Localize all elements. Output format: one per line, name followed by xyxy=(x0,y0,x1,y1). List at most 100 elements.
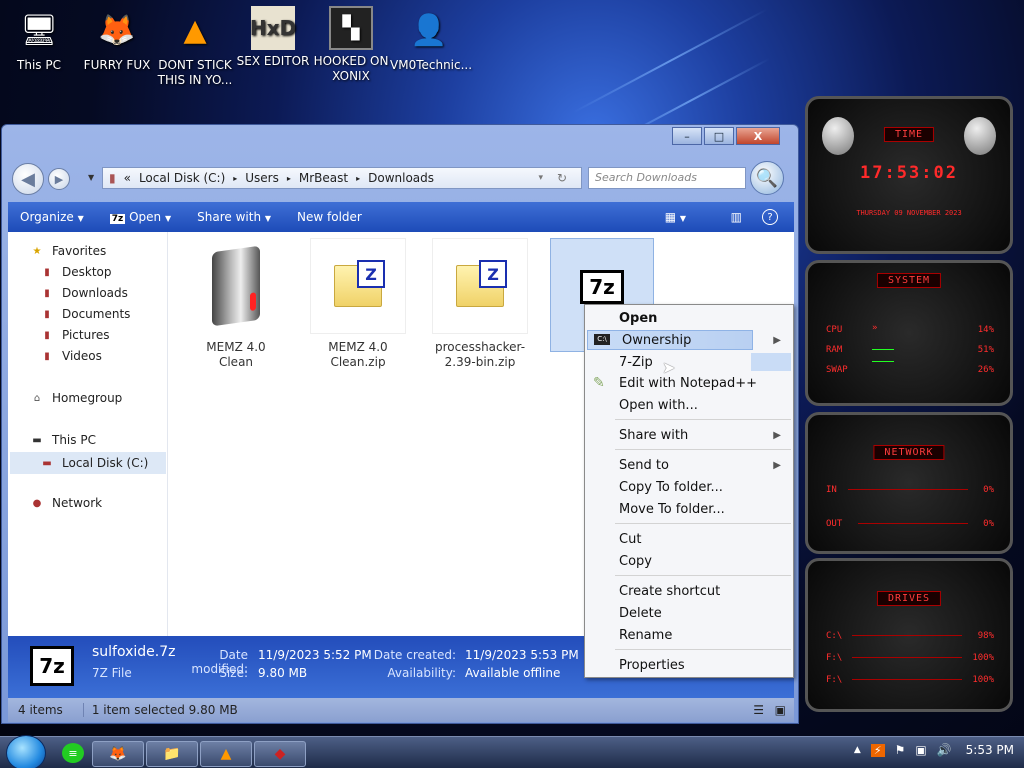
submenu-arrow-icon: ▶ xyxy=(773,459,781,471)
detail-availability: Available offline xyxy=(465,666,561,680)
file-processhacker-zip[interactable]: processhacker-2.39-bin.zip xyxy=(432,238,528,370)
breadcrumb-overflow[interactable]: « xyxy=(124,171,131,185)
menu-item-cut[interactable]: Cut xyxy=(585,529,793,549)
menu-item-copy[interactable]: Copy xyxy=(585,551,793,571)
desktop-icon-label: HOOKED ON XONIX xyxy=(313,54,389,83)
open-button[interactable]: 7z Open ▼ xyxy=(109,210,171,224)
details-view-icon[interactable]: ☰ xyxy=(753,703,764,717)
nav-documents[interactable]: ▮ Documents xyxy=(40,307,130,321)
menu-item-ownership[interactable]: C:\ Ownership xyxy=(587,330,753,350)
chevron-down-icon[interactable]: ▾ xyxy=(538,173,543,183)
file-memz-exe[interactable]: MEMZ 4.0 Clean xyxy=(188,238,284,370)
new-folder-button[interactable]: New folder xyxy=(297,210,362,224)
recent-dropdown-icon[interactable]: ▼ xyxy=(88,173,94,182)
menu-item-delete[interactable]: Delete xyxy=(585,603,793,623)
memz-icon: ◆ xyxy=(274,746,286,762)
firefox-icon: 🦊 xyxy=(98,12,136,48)
nav-label: Desktop xyxy=(62,265,112,279)
notepad-plus-plus-icon: ✎ xyxy=(593,375,605,391)
firefox-icon: 🦊 xyxy=(109,746,127,762)
breadcrumb-local-disk[interactable]: Local Disk (C:) xyxy=(139,171,225,185)
gadget-system[interactable]: SYSTEM CPU » 14% RAM 51% SWAP 26% xyxy=(805,260,1013,406)
search-input[interactable]: Search Downloads xyxy=(588,167,746,189)
nav-pictures[interactable]: ▮ Pictures xyxy=(40,328,109,342)
menu-separator xyxy=(615,575,791,576)
tray-app-icon[interactable]: ⚡ xyxy=(870,743,885,757)
close-button[interactable]: X xyxy=(736,127,780,145)
forward-button[interactable]: ▶ xyxy=(48,168,70,190)
minimize-button[interactable]: – xyxy=(672,127,702,145)
chat-icon[interactable]: ≡ xyxy=(62,743,84,763)
nav-label: Favorites xyxy=(52,244,107,258)
menu-item-rename[interactable]: Rename xyxy=(585,625,793,645)
menu-item-label: Share with xyxy=(619,427,689,443)
share-with-button[interactable]: Share with ▼ xyxy=(197,210,271,224)
taskbar-vlc[interactable]: ▲ xyxy=(200,741,252,767)
nav-desktop[interactable]: ▮ Desktop xyxy=(40,265,112,279)
nav-downloads[interactable]: ▮ Downloads xyxy=(40,286,128,300)
chevron-down-icon: ▼ xyxy=(77,214,84,223)
volume-icon[interactable]: 🔊 xyxy=(937,743,952,757)
desktop-icon-label: DONT STICK THIS IN YO... xyxy=(157,58,233,87)
swap-bar xyxy=(872,361,894,362)
address-bar[interactable]: ▮ « Local Disk (C:) ▸ Users ▸ MrBeast ▸ … xyxy=(102,167,582,189)
mouse-cursor-icon: ➤ xyxy=(662,358,676,377)
nav-favorites[interactable]: ★ Favorites xyxy=(30,244,107,258)
desktop-icon-sex-editor[interactable]: HxD SEX EDITOR xyxy=(234,6,312,69)
menu-item-open-with[interactable]: Open with... xyxy=(585,395,793,415)
network-tray-icon[interactable]: ▣ xyxy=(915,743,926,757)
show-hidden-icons-icon[interactable]: ▲ xyxy=(854,745,861,755)
xonix-icon: ▚ xyxy=(329,6,373,50)
taskbar-clock[interactable]: 5:53 PM xyxy=(966,743,1014,757)
taskbar-explorer[interactable]: 📁 xyxy=(146,741,198,767)
flag-icon[interactable]: ⚑ xyxy=(895,743,906,757)
menu-item-create-shortcut[interactable]: Create shortcut xyxy=(585,581,793,601)
nav-this-pc[interactable]: ▬ This PC xyxy=(30,433,96,447)
menu-item-share-with[interactable]: Share with ▶ xyxy=(585,425,793,445)
refresh-icon[interactable]: ↻ xyxy=(557,171,567,185)
desktop-icon-vm0technic[interactable]: 👤 VM0Technic... xyxy=(390,6,472,73)
drive-usage-bar xyxy=(852,635,962,636)
large-icons-view-icon[interactable]: ▣ xyxy=(775,703,786,717)
organize-button[interactable]: Organize ▼ xyxy=(20,210,84,224)
taskbar-memz[interactable]: ◆ xyxy=(254,741,306,767)
help-icon[interactable]: ? xyxy=(762,209,778,225)
nav-network[interactable]: ● Network xyxy=(30,496,102,510)
taskbar-firefox[interactable]: 🦊 xyxy=(92,741,144,767)
menu-item-copy-to-folder[interactable]: Copy To folder... xyxy=(585,477,793,497)
nav-local-disk[interactable]: ▬ Local Disk (C:) xyxy=(10,452,166,474)
nav-homegroup[interactable]: ⌂ Homegroup xyxy=(30,391,122,405)
back-button[interactable]: ◀ xyxy=(12,163,44,195)
gadget-value: 100% xyxy=(972,675,994,685)
menu-item-edit-notepad[interactable]: ✎ Edit with Notepad++ xyxy=(585,373,793,393)
start-button[interactable] xyxy=(6,735,46,768)
computer-icon: 🖥 xyxy=(19,12,59,48)
explorer-icon: 📁 xyxy=(163,746,181,762)
breadcrumb-users[interactable]: Users xyxy=(245,171,279,185)
menu-item-open[interactable]: Open xyxy=(585,308,793,328)
desktop-icon-this-pc[interactable]: 🖥 This PC xyxy=(0,6,78,73)
alien-head-icon xyxy=(822,117,854,155)
menu-item-move-to-folder[interactable]: Move To folder... xyxy=(585,499,793,519)
desktop-icon-hooked-on-xonix[interactable]: ▚ HOOKED ON XONIX xyxy=(312,6,390,84)
desktop-icon-dont-stick[interactable]: ▲ DONT STICK THIS IN YO... xyxy=(156,6,234,88)
menu-item-properties[interactable]: Properties xyxy=(585,655,793,675)
maximize-button[interactable]: □ xyxy=(704,127,734,145)
gadget-network[interactable]: NETWORK IN 0% OUT 0% xyxy=(805,412,1013,554)
search-button[interactable]: 🔍 xyxy=(750,161,784,195)
preview-pane-icon[interactable]: ▥ xyxy=(731,210,742,224)
gadget-drives[interactable]: DRIVES C:\ 98% F:\ 100% F:\ 100% xyxy=(805,558,1013,712)
breadcrumb-mrbeast[interactable]: MrBeast xyxy=(299,171,348,185)
desktop-icon-furry-fux[interactable]: 🦊 FURRY FUX xyxy=(78,6,156,73)
nav-videos[interactable]: ▮ Videos xyxy=(40,349,102,363)
menu-item-send-to[interactable]: Send to ▶ xyxy=(585,455,793,475)
breadcrumb-downloads[interactable]: Downloads xyxy=(368,171,434,185)
taskbar: ≡ 🦊 📁 ▲ ◆ ▲ ⚡ ⚑ ▣ 🔊 5:53 PM xyxy=(0,735,1024,768)
file-memz-zip[interactable]: MEMZ 4.0 Clean.zip xyxy=(310,238,406,370)
detail-filename: sulfoxide.7z xyxy=(92,644,176,660)
gadget-time[interactable]: TIME 17:53:02 THURSDAY 09 NOVEMBER 2023 xyxy=(805,96,1013,254)
cpu-graph-icon: » xyxy=(872,323,878,333)
desktop-icon: ▮ xyxy=(44,266,50,278)
zip-file-icon xyxy=(310,238,406,334)
view-options-icon[interactable]: ▦ ▼ xyxy=(665,210,686,224)
